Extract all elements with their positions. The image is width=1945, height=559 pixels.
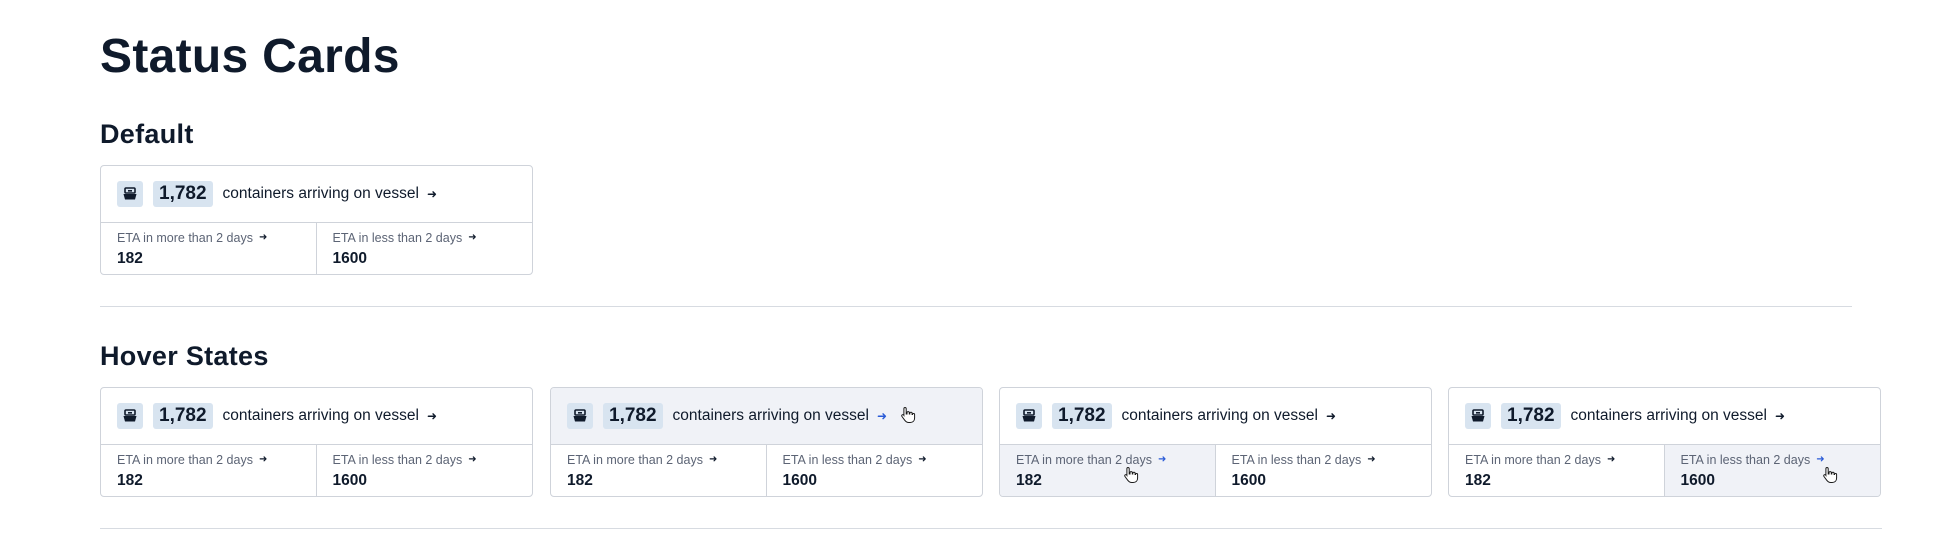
card-top-row[interactable]: 1,782 containers arriving on vessel ➜	[101, 388, 532, 445]
card-top-row[interactable]: 1,782 containers arriving on vessel ➜	[101, 166, 532, 223]
eta-more-value: 182	[1465, 472, 1491, 489]
eta-less-value: 1600	[332, 250, 367, 267]
eta-less-label: ETA in less than 2 days	[1680, 453, 1811, 467]
divider	[100, 306, 1852, 307]
arrow-right-icon: ➜	[258, 454, 268, 465]
eta-more-label: ETA in more than 2 days	[117, 453, 253, 467]
eta-less-value: 1600	[1680, 472, 1715, 489]
arrow-right-icon: ➜	[708, 454, 718, 465]
page-title: Status Cards	[100, 30, 400, 83]
card-top-row[interactable]: 1,782 containers arriving on vessel ➜	[1000, 388, 1431, 445]
hand-cursor-icon	[1823, 466, 1838, 483]
eta-less-label: ETA in less than 2 days	[1231, 453, 1362, 467]
vessel-icon	[1465, 403, 1491, 429]
card-top-row[interactable]: 1,782 containers arriving on vessel ➜	[551, 388, 982, 445]
eta-less-cell[interactable]: ETA in less than 2 days ➜ 1600	[1216, 445, 1432, 496]
eta-more-cell[interactable]: ETA in more than 2 days ➜ 182	[1449, 445, 1665, 496]
container-count: 1,782	[1052, 403, 1112, 429]
status-card-hover-eta-more[interactable]: 1,782 containers arriving on vessel ➜ ET…	[999, 387, 1432, 497]
eta-more-cell[interactable]: ETA in more than 2 days ➜ 182	[1000, 445, 1216, 496]
eta-more-label: ETA in more than 2 days	[117, 231, 253, 245]
container-count: 1,782	[603, 403, 663, 429]
containers-label: containers arriving on vessel	[1121, 407, 1318, 424]
arrow-right-icon: ➜	[426, 187, 438, 201]
hand-cursor-icon	[901, 406, 916, 423]
eta-less-cell[interactable]: ETA in less than 2 days ➜ 1600	[317, 223, 533, 274]
card-top-row[interactable]: 1,782 containers arriving on vessel ➜	[1449, 388, 1880, 445]
eta-more-value: 182	[117, 472, 143, 489]
eta-less-label: ETA in less than 2 days	[332, 231, 463, 245]
arrow-right-icon: ➜	[258, 232, 268, 243]
arrow-right-icon: ➜	[1774, 409, 1786, 423]
containers-label: containers arriving on vessel	[672, 407, 869, 424]
status-card-default[interactable]: 1,782 containers arriving on vessel ➜ ET…	[100, 165, 533, 275]
eta-more-value: 182	[117, 250, 143, 267]
vessel-icon	[117, 181, 143, 207]
arrow-right-icon: ➜	[1606, 454, 1616, 465]
eta-less-cell[interactable]: ETA in less than 2 days ➜ 1600	[1664, 445, 1880, 496]
eta-more-label: ETA in more than 2 days	[1465, 453, 1601, 467]
status-card-hover-eta-less[interactable]: 1,782 containers arriving on vessel ➜ ET…	[1448, 387, 1881, 497]
arrow-right-icon: ➜	[1816, 454, 1825, 465]
section-title-default: Default	[100, 119, 194, 149]
eta-more-label: ETA in more than 2 days	[567, 453, 703, 467]
eta-more-cell[interactable]: ETA in more than 2 days ➜ 182	[101, 223, 317, 274]
arrow-right-icon: ➜	[426, 409, 438, 423]
divider	[100, 528, 1882, 529]
containers-label: containers arriving on vessel	[222, 407, 419, 424]
status-card-hover-top[interactable]: 1,782 containers arriving on vessel ➜ ET…	[550, 387, 983, 497]
arrow-right-icon: ➜	[876, 409, 888, 423]
container-count: 1,782	[153, 403, 213, 429]
eta-more-value: 182	[567, 472, 593, 489]
containers-label: containers arriving on vessel	[1570, 407, 1767, 424]
section-title-hover: Hover States	[100, 341, 269, 371]
eta-more-cell[interactable]: ETA in more than 2 days ➜ 182	[551, 445, 767, 496]
vessel-icon	[1016, 403, 1042, 429]
vessel-icon	[567, 403, 593, 429]
hand-cursor-icon	[1124, 466, 1139, 483]
eta-less-label: ETA in less than 2 days	[332, 453, 463, 467]
eta-more-value: 182	[1016, 472, 1042, 489]
vessel-icon	[117, 403, 143, 429]
arrow-right-icon: ➜	[1157, 454, 1167, 465]
status-card-hover-none[interactable]: 1,782 containers arriving on vessel ➜ ET…	[100, 387, 533, 497]
arrow-right-icon: ➜	[1325, 409, 1337, 423]
container-count: 1,782	[1501, 403, 1561, 429]
eta-less-value: 1600	[1231, 472, 1266, 489]
arrow-right-icon: ➜	[468, 232, 477, 243]
eta-more-cell[interactable]: ETA in more than 2 days ➜ 182	[101, 445, 317, 496]
eta-less-label: ETA in less than 2 days	[782, 453, 913, 467]
containers-label: containers arriving on vessel	[222, 185, 419, 202]
eta-less-cell[interactable]: ETA in less than 2 days ➜ 1600	[317, 445, 533, 496]
eta-less-value: 1600	[332, 472, 367, 489]
arrow-right-icon: ➜	[468, 454, 477, 465]
eta-less-value: 1600	[782, 472, 817, 489]
container-count: 1,782	[153, 181, 213, 207]
arrow-right-icon: ➜	[918, 454, 927, 465]
arrow-right-icon: ➜	[1367, 454, 1376, 465]
eta-less-cell[interactable]: ETA in less than 2 days ➜ 1600	[767, 445, 983, 496]
